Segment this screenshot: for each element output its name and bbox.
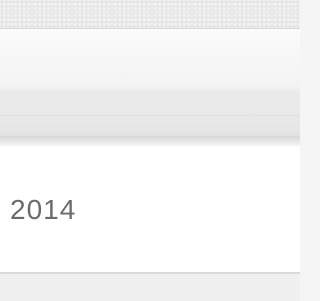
toolbar bbox=[0, 28, 300, 136]
next-cell bbox=[0, 273, 300, 301]
background-texture bbox=[0, 0, 300, 28]
toolbar-divider bbox=[0, 115, 300, 116]
toolbar-shadow bbox=[0, 136, 300, 146]
date-cell[interactable]: 2014 bbox=[0, 146, 300, 273]
year-label: 2014 bbox=[10, 194, 77, 225]
